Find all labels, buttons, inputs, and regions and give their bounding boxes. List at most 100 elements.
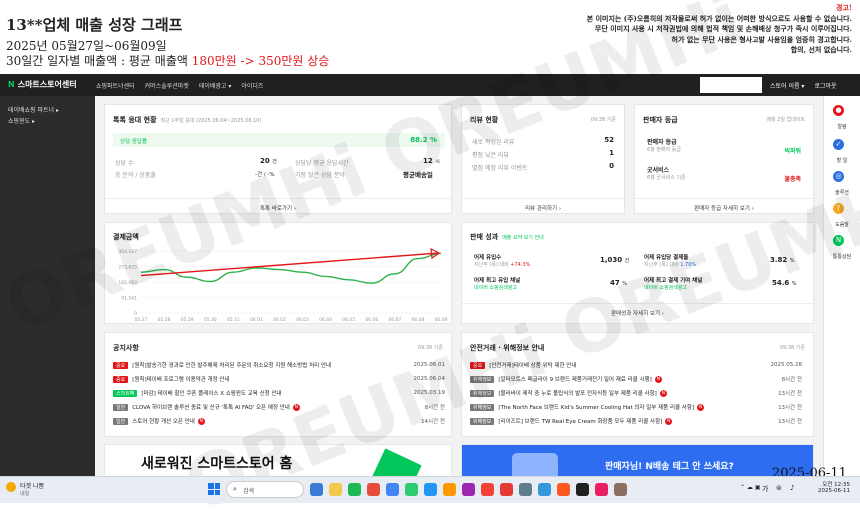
- response-rate-bar: 상담 응답률 88.2 %: [113, 133, 445, 147]
- top-nav: N 스마트스토어센터 쇼핑파트너센터 커머스솔루션마켓 테이배광고 ▾ 아이디즈 …: [0, 74, 860, 96]
- list-item-tag: 일반: [113, 417, 129, 425]
- list-item[interactable]: 중요 [안전거래]테이배 상품 위탁 제한 안내 2025.05.28: [470, 361, 802, 369]
- clock-time: 오전 12:35: [822, 482, 850, 488]
- taskbar-app-icon[interactable]: [443, 483, 456, 496]
- list-item-text: 스토어 현황 개선 오픈 안내: [132, 419, 195, 425]
- taskbar-app-icon[interactable]: [576, 483, 589, 496]
- review-row-value: 1: [609, 149, 614, 157]
- list-item[interactable]: 중요 [원칙]테이배 프로그램 이용약관 개정 안내 2025.06.04: [113, 375, 445, 383]
- taskbar-app-icon[interactable]: [462, 483, 475, 496]
- list-item-text: [리이즈트] 브랜드 TW Real Eye Cream 화장품 모두 제품 리…: [498, 419, 663, 425]
- talk-link[interactable]: 톡톡 바로가기 ›: [105, 198, 451, 212]
- nav-menu-item[interactable]: 쇼핑파트너센터: [96, 81, 135, 90]
- y-tick-label: 273,625: [118, 265, 137, 271]
- taskbar-app-icon[interactable]: [519, 483, 532, 496]
- taskbar-app-icon[interactable]: [386, 483, 399, 496]
- taskbar-app-icon[interactable]: [500, 483, 513, 496]
- tray-icons[interactable]: ⌃ ☁ ▣: [740, 484, 761, 491]
- x-tick-label: 05.29: [181, 317, 194, 323]
- top-payment-value: 54.6 %: [772, 279, 797, 287]
- list-item-tag: 중요: [113, 361, 129, 369]
- list-item[interactable]: 스마트팩 [마감] 테이배 할인 쿠폰 플레이스 X 쇼핑윈도 교육 신청 안내 2…: [113, 389, 445, 397]
- nav-menu: 쇼핑파트너센터 커머스솔루션마켓 테이배광고 ▾ 아이디즈: [96, 81, 263, 90]
- left-sidebar: 테이배쇼핑 파트너 ▸ 쇼핑윈도 ▸: [0, 96, 95, 476]
- store-center-logo[interactable]: N 스마트스토어센터: [8, 79, 77, 90]
- taskbar-app-icon[interactable]: [481, 483, 494, 496]
- list-item-date: 13시간 전: [778, 391, 802, 397]
- weather-sub: 내일: [20, 491, 30, 497]
- list-item-tag: 스마트팩: [113, 389, 138, 397]
- volume-icon[interactable]: ♪: [790, 484, 794, 492]
- check-icon[interactable]: ✓: [833, 139, 844, 150]
- payment-chart-card: 결제금액 364,167 273,625 182,083 91,541 0 05.27 05…: [104, 222, 452, 324]
- grade-detail-link[interactable]: 판매자 등급 자세히 보기 ›: [635, 198, 813, 212]
- consult-count-value: 20 건: [260, 157, 277, 165]
- nav-menu-item[interactable]: 테이배광고 ▾: [199, 81, 232, 90]
- payment-line-chart: 364,167 273,625 182,083 91,541 005.27 05.28 05…: [118, 247, 448, 323]
- grade-note: 매월 2일 업데이트: [766, 117, 805, 123]
- list-item-text: [원칙]테이배 프로그램 이용약관 개정 안내: [132, 377, 230, 383]
- store-name-dropdown[interactable]: 스토어 이름 ▾: [770, 81, 804, 90]
- nav-menu-item[interactable]: 커머스솔루션마켓: [145, 81, 189, 90]
- list-item[interactable]: 위해정보 [블러바이 제작 중 누로 폴립식의 발포 전자식등 일부 제품 리콜 …: [470, 389, 802, 397]
- y-tick-label: 0: [134, 311, 137, 317]
- sidebar-item-partner[interactable]: 테이배쇼핑 파트너 ▸: [8, 105, 87, 116]
- inquiry-label: 응 문의 / 상품출: [115, 172, 156, 179]
- nav-right: 스토어 이름 ▾ 로그아웃: [770, 81, 837, 90]
- taskbar-app-icon[interactable]: [405, 483, 418, 496]
- solution-icon[interactable]: ◎: [833, 171, 844, 182]
- nav-menu-item[interactable]: 아이디즈: [241, 81, 263, 90]
- sidebar-item-window[interactable]: 쇼핑윈도 ▸: [8, 116, 87, 127]
- list-item[interactable]: 위해정보 [리이즈트] 브랜드 TW Real Eye Cream 화장품 모두 …: [470, 417, 802, 425]
- x-tick-label: 06.01: [250, 317, 263, 323]
- network-icon[interactable]: ⊜: [776, 484, 782, 492]
- list-item[interactable]: 위해정보 [알터모트스 패글라이 9 브랜드 제품거래전기 밀어 재료 리콜 시행…: [470, 375, 802, 383]
- new-badge-icon: N: [659, 389, 667, 397]
- x-tick-label: 05.27: [135, 317, 148, 323]
- performance-detail-link[interactable]: 판매성과 자세히 보기 ›: [462, 303, 813, 317]
- card-title: 안전거래 · 위해정보 안내: [470, 344, 545, 352]
- clock-date: 2025-06-11: [818, 488, 850, 494]
- logout-link[interactable]: 로그아웃: [814, 81, 836, 90]
- chat-icon[interactable]: N: [833, 235, 844, 246]
- notice-time: 09:38 기준: [417, 345, 443, 351]
- new-badge-icon: N: [654, 375, 662, 383]
- x-tick-label: 06.03: [296, 317, 309, 323]
- taskbar-app-icon[interactable]: [424, 483, 437, 496]
- top-category-label: 가장 많은 상담 분야: [295, 172, 345, 179]
- weather-text[interactable]: 타겟 나쁨: [20, 481, 44, 490]
- windows-start-icon[interactable]: [208, 483, 220, 495]
- weather-icon[interactable]: [6, 482, 16, 492]
- list-item[interactable]: 일반 CLOVA 하이브렌 솔루션 종료 및 신규 '톡톡 AI FAQ' 오픈 …: [113, 403, 445, 411]
- card-title: 판매자 등급: [643, 116, 678, 124]
- bell-icon[interactable]: ●: [833, 105, 844, 116]
- store-name-box: [700, 77, 762, 93]
- taskbar-search[interactable]: ⌕ 검색: [226, 481, 304, 498]
- review-row-value: 52: [604, 136, 614, 144]
- taskbar-app-icon[interactable]: [329, 483, 342, 496]
- list-item-text: [알터모트스 패글라이 9 브랜드 제품거래전기 밀어 재료 리콜 시행]: [498, 377, 652, 383]
- taskbar-app-icon[interactable]: [348, 483, 361, 496]
- x-tick-label: 05.31: [227, 317, 240, 323]
- help-icon[interactable]: ?: [833, 203, 844, 214]
- conversion-sub: 지난주 (목) 대비 1.70%: [644, 262, 697, 268]
- list-item[interactable]: 일반 스토어 현황 개선 오픈 안내 N 14시간 전: [113, 417, 445, 425]
- list-item[interactable]: 중요 [원칙]발송기한 경과로 인한 발주해제 처리된 주문의 취소요청 지원 해…: [113, 361, 445, 369]
- search-placeholder: 검색: [243, 488, 255, 495]
- taskbar-app-icon[interactable]: [614, 483, 627, 496]
- rail-label: 할 일: [836, 158, 848, 164]
- grade-label: 판매자 등급: [647, 139, 677, 146]
- taskbar-app-icon[interactable]: [310, 483, 323, 496]
- taskbar-app-icon[interactable]: [538, 483, 551, 496]
- card-title: 결제금액: [113, 233, 139, 241]
- clock[interactable]: 오전 12:35 2025-06-11: [812, 480, 850, 494]
- list-item-date: 13시간 전: [778, 419, 802, 425]
- top-category-value: 평균배송일: [403, 171, 433, 179]
- taskbar-app-icon[interactable]: [367, 483, 380, 496]
- ime-indicator[interactable]: 가: [762, 484, 768, 494]
- list-item[interactable]: 위해정보 [The North Face 브랜드 Kid's Summer Coo…: [470, 403, 802, 411]
- taskbar-app-icon[interactable]: [595, 483, 608, 496]
- taskbar-app-icon[interactable]: [557, 483, 570, 496]
- x-tick-label: 05.30: [204, 317, 217, 323]
- review-manage-link[interactable]: 리뷰 관리하기 ›: [462, 198, 624, 212]
